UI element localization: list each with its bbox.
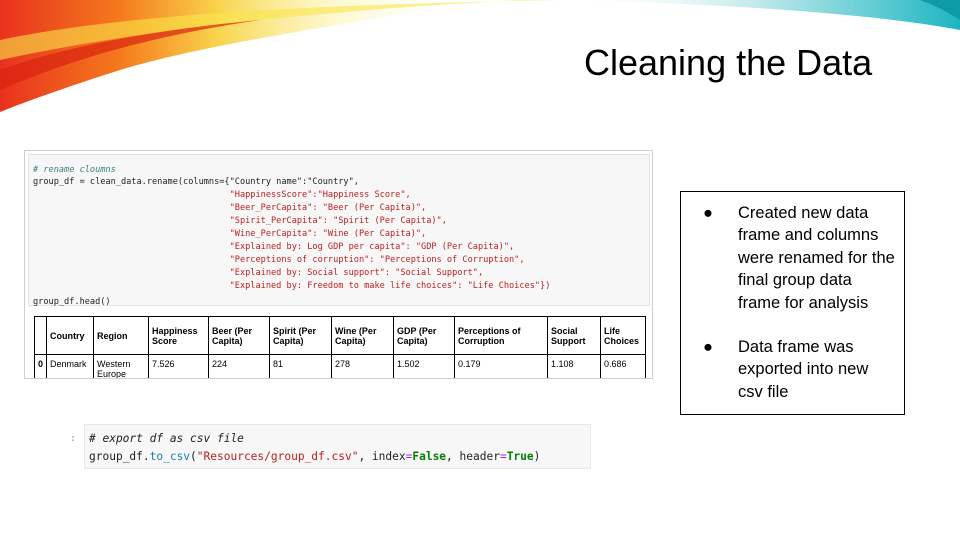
column-header: Wine (Per Capita) [331,316,395,355]
code-line: # rename cloumns [33,165,116,175]
slide-title: Cleaning the Data [584,42,873,83]
table-row: 0 Denmark Western Europe 7.526 224 81 27… [33,354,647,378]
code-line: "Perceptions of corruption": "Perception… [33,255,525,265]
code-arg: , header [446,450,500,463]
bullet-marker: ● [703,338,713,356]
column-header: GDP (Per Capita) [393,316,456,355]
code-line: group_df.head() [33,297,111,307]
code-line: "Spirit_PerCapita": "Spirit (Per Capita)… [33,216,447,226]
column-header: Region [93,316,150,355]
table-cell: 1.502 [393,354,456,378]
summary-bullet-box: ● Created new data frame and columns wer… [680,191,905,415]
column-header: Happiness Score [148,316,210,355]
code-keyword: True [506,450,534,463]
table-header-row: Country Region Happiness Score Beer (Per… [33,316,647,355]
table-cell: 0.686 [600,354,647,378]
code-line: "Beer_PerCapita": "Beer (Per Capita)", [33,203,427,213]
column-header: Spirit (Per Capita) [269,316,333,355]
code-line: "Wine_PerCapita": "Wine (Per Capita)", [33,229,427,239]
code-line: group_df = clean_data.rename(columns={"C… [33,177,359,187]
code-line: "Explained by: Freedom to make life choi… [33,281,551,291]
code-line: "Explained by: Social support": "Social … [33,268,484,278]
column-header [33,316,48,355]
bullet-text: Data frame was exported into new csv fil… [738,338,869,401]
code-keyword: False [412,450,447,463]
table-cell: 81 [269,354,333,378]
code-arg: , index [358,450,406,463]
output-dataframe: Country Region Happiness Score Beer (Per… [28,308,650,378]
table-cell: Western Europe [93,354,150,378]
code-string: "Resources/group_df.csv" [196,450,359,463]
bullet-marker: ● [703,204,713,222]
table-cell: 1.108 [547,354,602,378]
notebook-screenshot-rename: # rename cloumns group_df = clean_data.r… [24,150,653,379]
code-line-export: group_df.to_csv("Resources/group_df.csv"… [89,450,540,463]
code-cell-rename-columns[interactable]: # rename cloumns group_df = clean_data.r… [28,154,650,307]
code-comment: # export df as csv file [89,432,244,445]
code-cell-export-csv[interactable]: # export df as csv file group_df.to_csv(… [84,424,591,469]
table-cell: 7.526 [148,354,210,378]
column-header: Perceptions of Corruption [454,316,549,355]
table-cell: 0.179 [454,354,549,378]
code-object: group_df. [89,450,150,463]
code-paren: ( [190,450,197,463]
code-method: to_csv [149,450,191,463]
code-operator: = [499,450,507,463]
table-cell: Denmark [46,354,95,378]
bullet-text: Created new data frame and columns were … [738,204,895,312]
table-cell: 0 [33,354,48,378]
table-cell: 278 [331,354,395,378]
column-header: Social Support [547,316,602,355]
dataframe-table: Country Region Happiness Score Beer (Per… [33,316,647,378]
column-header: Country [46,316,95,355]
column-header: Beer (Per Capita) [208,316,271,355]
table-cell: 224 [208,354,271,378]
column-header: Life Choices [600,316,647,355]
code-paren: ) [533,450,541,463]
code-line: "Explained by: Log GDP per capita": "GDP… [33,242,515,252]
code-line: "HappinessScore":"Happiness Score", [33,190,411,200]
cell-prompt: : [70,433,77,444]
